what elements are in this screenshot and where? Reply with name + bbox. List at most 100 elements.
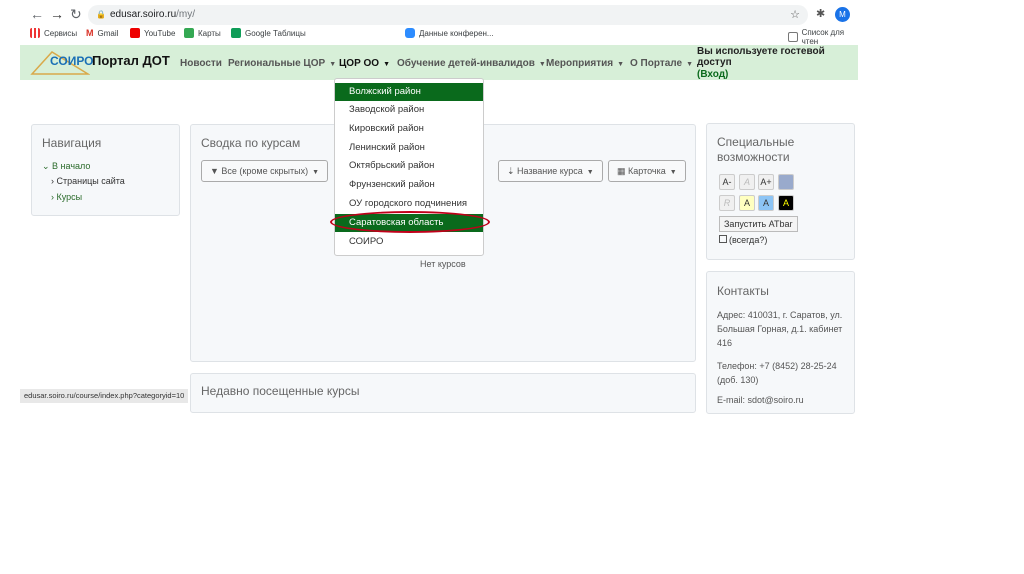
font-reset-button[interactable]: A bbox=[739, 174, 755, 190]
contact-phone: Телефон: +7 (8452) 28-25-24 (доб. 130) bbox=[717, 361, 837, 385]
bookmark-services[interactable]: Сервисы bbox=[30, 28, 77, 38]
nav-events[interactable]: Мероприятия ▼ bbox=[546, 58, 624, 69]
caret-down-icon: ▼ bbox=[329, 61, 337, 68]
menu-item[interactable]: Фрунзенский район bbox=[335, 176, 483, 194]
nav-home-label: В начало bbox=[52, 161, 91, 171]
contacts-block: Контакты Адрес: 410031, г. Саратов, ул. … bbox=[706, 271, 855, 414]
sort-icon: ⇣ bbox=[507, 166, 518, 176]
caret-down-icon: ▼ bbox=[312, 169, 320, 176]
block-title: Сводка по курсам bbox=[201, 136, 301, 150]
contact-address: Адрес: 410031, г. Саратов, ул. Большая Г… bbox=[717, 310, 843, 348]
reading-list[interactable]: Список для чтен bbox=[788, 28, 860, 46]
view-dropdown[interactable]: ▦ Карточка ▼ bbox=[608, 160, 686, 182]
menu-item[interactable]: Ленинский район bbox=[335, 139, 483, 157]
caret-down-icon: ▼ bbox=[669, 169, 677, 176]
star-icon[interactable]: ☆ bbox=[790, 5, 800, 25]
highlight-ellipse bbox=[330, 211, 490, 233]
nav-about[interactable]: О Портале ▼ bbox=[630, 58, 693, 69]
maps-icon bbox=[184, 28, 194, 38]
caret-down-icon: ▼ bbox=[586, 169, 594, 176]
apps-icon bbox=[30, 28, 40, 38]
contact-email[interactable]: E-mail: sdot@soiro.ru bbox=[717, 394, 852, 406]
nav-label: Новости bbox=[180, 58, 222, 69]
block-title: Специальные возможности bbox=[717, 135, 795, 164]
view-label: Карточка bbox=[628, 166, 666, 176]
nav-cor-oo[interactable]: ЦОР ОО ▼ bbox=[339, 58, 390, 69]
block-title: Навигация bbox=[42, 136, 102, 150]
reload-icon[interactable]: ↻ bbox=[70, 6, 82, 23]
tts-icon[interactable] bbox=[778, 174, 794, 190]
caret-down-icon: ▼ bbox=[617, 61, 625, 68]
zoom-icon bbox=[405, 28, 415, 38]
back-icon[interactable]: ← bbox=[30, 6, 44, 22]
login-link[interactable]: (Вход) bbox=[697, 69, 728, 80]
nav-home[interactable]: ⌄ В начало bbox=[42, 161, 90, 172]
nav-courses[interactable]: › Курсы bbox=[51, 192, 82, 202]
forward-icon[interactable]: → bbox=[50, 6, 64, 22]
bookmark-label: Gmail bbox=[97, 28, 119, 38]
reset-colors-button[interactable]: R bbox=[719, 195, 735, 211]
browser-window: ← → ↻ 🔒 edusar.soiro.ru/my/☆ ✱ M Сервисы … bbox=[0, 0, 860, 418]
block-title: Контакты bbox=[717, 284, 769, 298]
youtube-icon bbox=[130, 28, 140, 38]
address-bar[interactable]: 🔒 edusar.soiro.ru/my/ ☆ bbox=[88, 5, 808, 25]
nav-news[interactable]: Новости bbox=[180, 58, 222, 69]
guest-notice: Вы используете гостевой доступ bbox=[697, 46, 825, 68]
extensions-icon[interactable]: ✱ bbox=[816, 7, 825, 20]
reading-list-label: Список для чтен bbox=[801, 28, 845, 46]
menu-item[interactable]: Кировский район bbox=[335, 120, 483, 138]
reading-list-icon bbox=[788, 32, 798, 42]
bookmark-conference[interactable]: Данные конферен... bbox=[405, 28, 494, 38]
bookmark-label: Карты bbox=[198, 28, 221, 38]
font-decrease-button[interactable]: A- bbox=[719, 174, 735, 190]
menu-item[interactable]: Октябрьский район bbox=[335, 157, 483, 175]
caret-down-icon: ▼ bbox=[686, 61, 694, 68]
grid-icon: ▦ bbox=[617, 166, 629, 176]
bookmark-gmail[interactable]: M Gmail bbox=[86, 28, 118, 38]
nav-label: Мероприятия bbox=[546, 58, 614, 69]
logo-text[interactable]: СОИРО bbox=[50, 54, 94, 68]
caret-down-icon: ▼ bbox=[538, 61, 546, 68]
bookmark-label: Сервисы bbox=[44, 28, 78, 38]
accessibility-block: Специальные возможности A- A A+ R A A A … bbox=[706, 123, 855, 260]
recent-courses-block: Недавно посещенные курсы bbox=[190, 373, 696, 413]
menu-item[interactable]: СОИРО bbox=[335, 233, 483, 251]
yellow-theme-button[interactable]: A bbox=[739, 195, 755, 211]
nav-regional[interactable]: Региональные ЦОР ▼ bbox=[228, 58, 336, 69]
nav-site-pages[interactable]: › Страницы сайта bbox=[51, 176, 125, 186]
font-increase-button[interactable]: A+ bbox=[758, 174, 774, 190]
nav-label: О Портале bbox=[630, 58, 683, 69]
caret-down-icon: ▼ bbox=[383, 61, 391, 68]
filter-icon: ▼ bbox=[210, 166, 222, 176]
checkbox-icon bbox=[719, 235, 727, 243]
bookmark-sheets[interactable]: Google Таблицы bbox=[231, 28, 306, 38]
bookmark-label: Google Таблицы bbox=[245, 28, 306, 38]
black-theme-button[interactable]: A bbox=[778, 195, 794, 211]
filter-dropdown[interactable]: ▼ Все (кроме скрытых) ▼ bbox=[201, 160, 329, 182]
nav-item-label: Страницы сайта bbox=[56, 176, 125, 186]
empty-message: Нет курсов bbox=[420, 259, 466, 269]
atbar-button[interactable]: Запустить ATbar bbox=[719, 216, 798, 232]
sheets-icon bbox=[231, 28, 241, 38]
sort-dropdown[interactable]: ⇣ Название курса ▼ bbox=[498, 160, 603, 182]
avatar[interactable]: M bbox=[835, 7, 850, 22]
blue-theme-button[interactable]: A bbox=[758, 195, 774, 211]
chevron-down-icon: ⌄ bbox=[42, 161, 53, 171]
url-host: edusar.soiro.ru bbox=[110, 9, 177, 20]
url-path: /my/ bbox=[176, 9, 196, 20]
gmail-icon: M bbox=[86, 28, 94, 38]
bookmark-youtube[interactable]: YouTube bbox=[130, 28, 175, 38]
checkbox-label: (всегда?) bbox=[729, 235, 768, 245]
always-checkbox[interactable]: (всегда?) bbox=[719, 235, 767, 245]
menu-item[interactable]: Заводской район bbox=[335, 101, 483, 119]
menu-item[interactable]: Волжский район bbox=[335, 83, 483, 101]
bookmark-maps[interactable]: Карты bbox=[184, 28, 221, 38]
bookmark-label: Данные конферен... bbox=[419, 28, 494, 38]
sort-label: Название курса bbox=[517, 166, 583, 176]
status-bar-url: edusar.soiro.ru/course/index.php?categor… bbox=[20, 389, 189, 403]
nav-item-label: Курсы bbox=[56, 192, 83, 202]
nav-label: Обучение детей-инвалидов bbox=[397, 58, 535, 69]
site-title[interactable]: Портал ДОТ bbox=[92, 53, 170, 68]
nav-disabled-children[interactable]: Обучение детей-инвалидов ▼ bbox=[397, 58, 546, 69]
filter-label: Все (кроме скрытых) bbox=[221, 166, 309, 176]
